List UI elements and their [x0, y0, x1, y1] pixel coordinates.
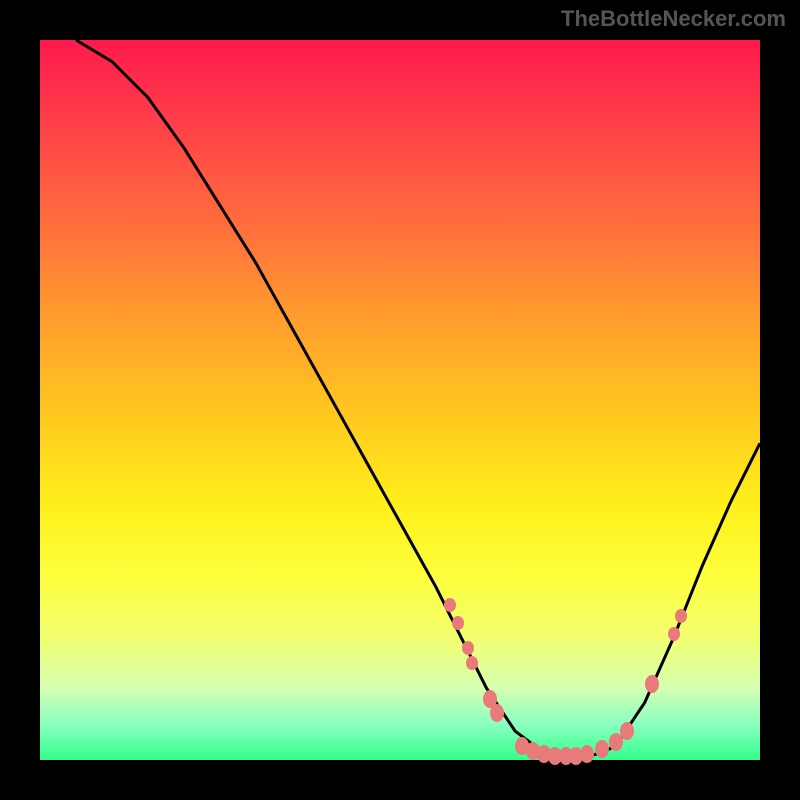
curve-svg — [40, 40, 760, 760]
data-marker — [452, 616, 464, 630]
data-marker — [444, 598, 456, 612]
data-marker — [580, 745, 594, 763]
data-marker — [490, 704, 504, 722]
data-marker — [620, 722, 634, 740]
data-marker — [645, 675, 659, 693]
data-marker — [462, 641, 474, 655]
data-marker — [466, 656, 478, 670]
plot-area — [40, 40, 760, 760]
bottleneck-curve — [76, 40, 760, 760]
watermark: TheBottleNecker.com — [561, 6, 786, 32]
data-marker — [675, 609, 687, 623]
data-marker — [595, 740, 609, 758]
data-marker — [668, 627, 680, 641]
